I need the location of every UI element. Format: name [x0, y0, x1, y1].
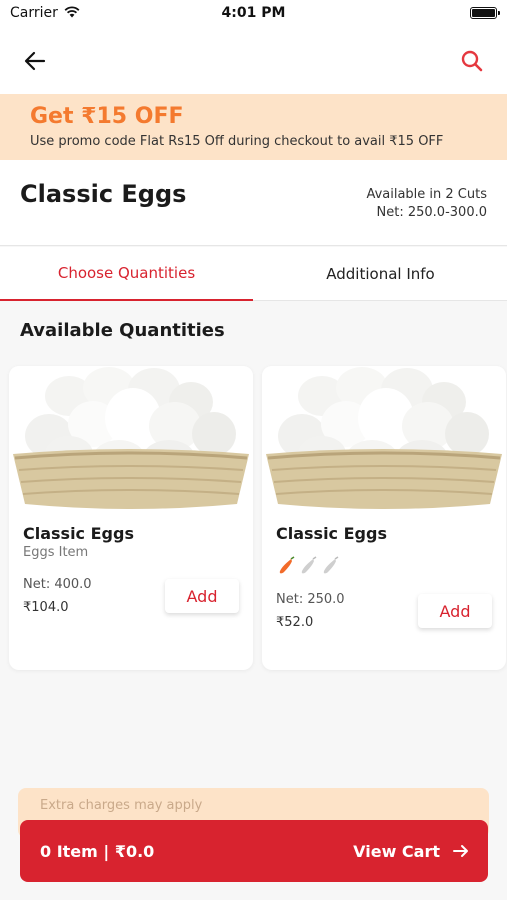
battery-icon [470, 7, 500, 19]
quantity-card: Classic Eggs Eggs Item Net: 400.0 ₹104.0… [9, 366, 253, 670]
add-button[interactable]: Add [165, 579, 239, 613]
nav-bar [0, 28, 507, 94]
product-net: Net: 250.0-300.0 [376, 205, 487, 220]
card-price: ₹104.0 [23, 600, 69, 615]
tab-choose-quantities[interactable]: Choose Quantities [0, 247, 253, 301]
extra-charges-text: Extra charges may apply [40, 798, 203, 813]
promo-subtitle: Use promo code Flat Rs15 Off during chec… [30, 134, 444, 149]
card-title: Classic Eggs [276, 524, 387, 543]
tab-additional-info[interactable]: Additional Info [254, 247, 507, 301]
status-bar: Carrier 4:01 PM [0, 0, 507, 28]
product-header: Classic Eggs Available in 2 Cuts Net: 25… [0, 160, 507, 246]
card-title: Classic Eggs [23, 524, 134, 543]
arrow-right-icon [453, 845, 468, 857]
tab-bar: Choose Quantities Additional Info [0, 247, 507, 301]
search-icon[interactable] [457, 46, 487, 76]
card-price: ₹52.0 [276, 615, 314, 630]
view-cart-label: View Cart [353, 842, 440, 861]
product-cuts: Available in 2 Cuts [366, 187, 487, 202]
egg-basket-image [9, 366, 253, 512]
card-type: Eggs Item [23, 545, 89, 560]
chilli-icon [323, 556, 339, 574]
card-net: Net: 400.0 [23, 577, 92, 592]
egg-basket-image [262, 366, 506, 512]
arrow-left-icon[interactable] [20, 46, 50, 76]
cart-summary: 0 Item | ₹0.0 [40, 842, 155, 861]
promo-title: Get ₹15 OFF [30, 104, 184, 129]
chilli-icon [279, 556, 295, 574]
section-title: Available Quantities [20, 320, 225, 341]
quantity-card: Classic Eggs Net: 250.0 ₹52.0 Add [262, 366, 506, 670]
promo-banner: Get ₹15 OFF Use promo code Flat Rs15 Off… [0, 94, 507, 160]
view-cart-bar[interactable]: 0 Item | ₹0.0 View Cart [20, 820, 488, 882]
product-name: Classic Eggs [20, 180, 187, 208]
card-net: Net: 250.0 [276, 592, 345, 607]
chilli-icon [301, 556, 317, 574]
spice-level-icons [279, 556, 339, 574]
clock: 4:01 PM [221, 5, 286, 21]
add-button[interactable]: Add [418, 594, 492, 628]
